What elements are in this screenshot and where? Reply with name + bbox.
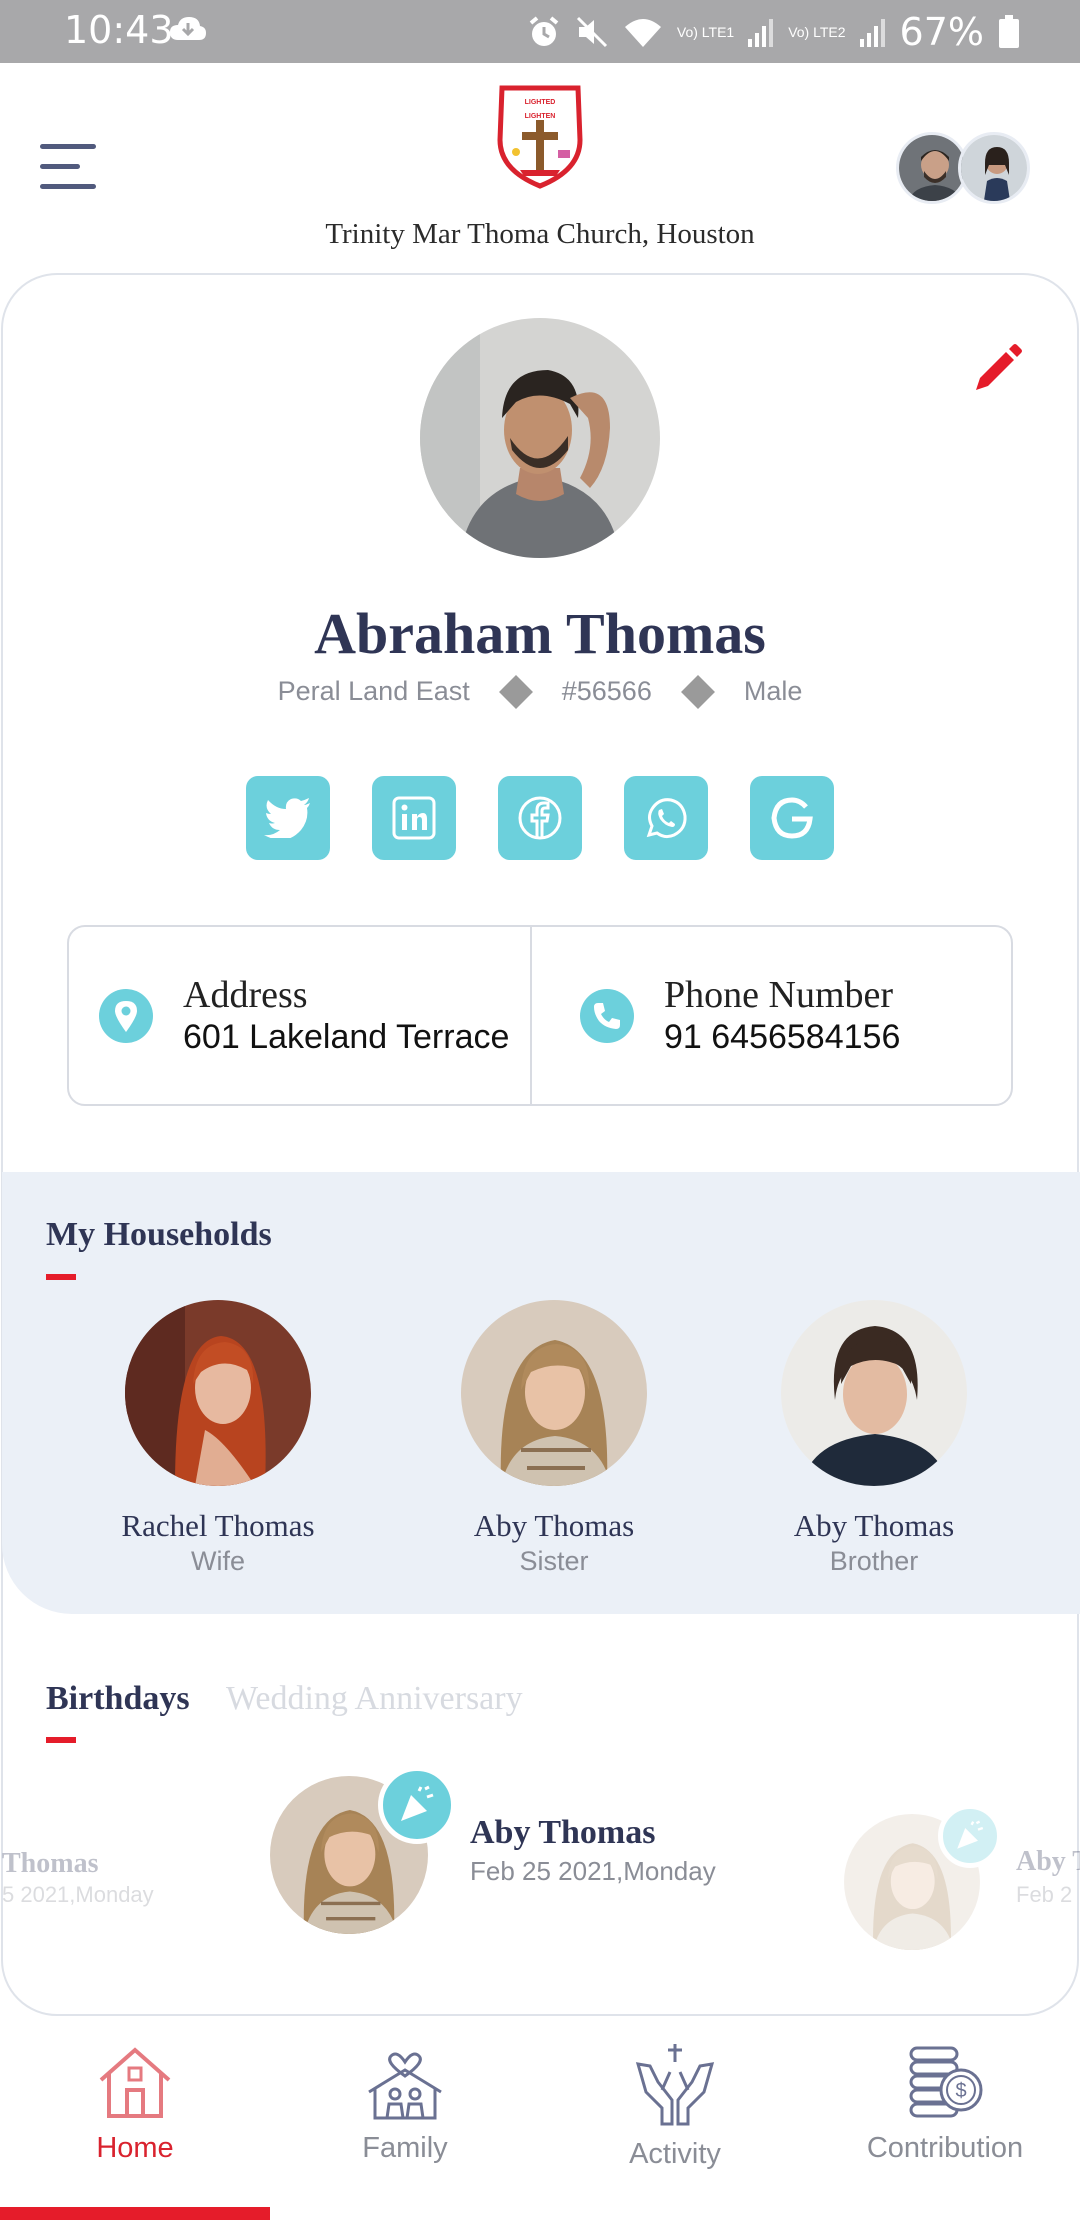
- member-name: Aby Thomas: [793, 1508, 955, 1543]
- birthday-date: Feb 25 2021,Monday: [470, 1856, 716, 1886]
- phone-icon: [580, 988, 634, 1043]
- status-bar: 10:43 Vo) LTE1 Vo) LTE2 67%: [0, 0, 1080, 63]
- church-logo: LIGHTED LIGHTEN: [497, 85, 583, 189]
- member-photo: [461, 1300, 647, 1486]
- separator-icon: [680, 674, 715, 709]
- member-relation: Wife: [191, 1546, 245, 1576]
- battery-percent: 67%: [899, 10, 984, 54]
- signal-icon: [859, 19, 885, 47]
- mute-icon: [576, 16, 607, 48]
- battery-icon: [999, 15, 1019, 48]
- sim2-label: Vo) LTE2: [788, 24, 846, 40]
- profile-gender: Male: [743, 676, 803, 706]
- profile-switcher[interactable]: [896, 132, 1032, 204]
- profile-location: Peral Land East: [277, 676, 470, 706]
- praying-hands-icon: [635, 2044, 715, 2126]
- status-icons: Vo) LTE1 Vo) LTE2 67%: [527, 10, 1020, 54]
- birthday-date: Feb 2: [1016, 1882, 1073, 1907]
- whatsapp-icon: [646, 798, 687, 839]
- tab-birthdays[interactable]: Birthdays: [46, 1680, 190, 1718]
- nav-label: Contribution: [866, 2132, 1024, 2164]
- phone-value: 91 6456584156: [664, 1017, 901, 1056]
- wifi-icon: [624, 19, 661, 47]
- profile-name: Abraham Thomas: [314, 601, 766, 666]
- households-title: My Households: [46, 1216, 272, 1253]
- nav-family[interactable]: Family: [270, 2042, 540, 2165]
- svg-text:LIGHTED: LIGHTED: [525, 99, 556, 106]
- separator-icon: [498, 674, 533, 709]
- household-member[interactable]: Aby Thomas Sister: [434, 1300, 674, 1577]
- nav-home[interactable]: Home: [0, 2042, 270, 2165]
- profile-photo: [420, 318, 660, 558]
- member-photo: [125, 1300, 311, 1486]
- facebook-button[interactable]: [498, 776, 582, 860]
- contact-info: Address 601 Lakeland Terrace Phone Numbe…: [67, 925, 1013, 1106]
- member-photo: [781, 1300, 967, 1486]
- member-name: Rachel Thomas: [121, 1508, 315, 1543]
- google-button[interactable]: [750, 776, 834, 860]
- linkedin-button[interactable]: [372, 776, 456, 860]
- whatsapp-button[interactable]: [624, 776, 708, 860]
- nav-activity[interactable]: Activity: [540, 2042, 810, 2171]
- party-popper-icon: [378, 1766, 456, 1844]
- section-underline: [46, 1274, 76, 1280]
- edit-profile-button[interactable]: [968, 342, 1024, 398]
- linkedin-icon: [392, 796, 436, 840]
- avatar[interactable]: [958, 132, 1030, 204]
- profile-member-id: #56566: [561, 676, 652, 706]
- address-value: 601 Lakeland Terrace: [183, 1017, 510, 1056]
- cloud-sync-icon: [170, 17, 206, 40]
- coins-icon: $: [909, 2046, 983, 2118]
- twitter-button[interactable]: [246, 776, 330, 860]
- address-cell[interactable]: Address 601 Lakeland Terrace: [69, 927, 530, 1104]
- birthday-date: 5 2021,Monday: [2, 1882, 154, 1907]
- church-name: Trinity Mar Thoma Church, Houston: [325, 218, 755, 250]
- family-icon: [368, 2052, 442, 2120]
- member-name: Aby Thomas: [473, 1508, 635, 1543]
- signal-icon: [748, 19, 774, 47]
- menu-button[interactable]: [40, 140, 100, 196]
- svg-text:$: $: [955, 2080, 966, 2102]
- birthday-name: Aby Thomas: [470, 1814, 656, 1851]
- home-icon: [99, 2047, 171, 2118]
- active-tab-indicator: [46, 1737, 76, 1743]
- active-nav-indicator: [0, 2207, 270, 2220]
- sim1-label: Vo) LTE1: [676, 24, 735, 40]
- bottom-nav: Home Family Activity $ Contribution: [0, 2016, 1080, 2220]
- birthday-name: Aby T: [1016, 1846, 1080, 1877]
- alarm-icon: [529, 16, 559, 46]
- location-pin-icon: [99, 988, 153, 1043]
- facebook-icon: [518, 796, 562, 840]
- household-member[interactable]: Aby Thomas Brother: [754, 1300, 994, 1577]
- birthday-name: Thomas: [2, 1848, 99, 1879]
- profile-meta: Peral Land East #56566 Male: [0, 674, 1080, 709]
- households-section: My Households Rachel Thomas Wife Aby Tho…: [2, 1172, 1080, 1614]
- tab-wedding-anniversary[interactable]: Wedding Anniversary: [226, 1680, 523, 1718]
- party-popper-icon: [938, 1804, 1002, 1868]
- google-icon: [771, 797, 813, 839]
- household-member[interactable]: Rachel Thomas Wife: [98, 1300, 338, 1577]
- nav-contribution[interactable]: $ Contribution: [810, 2042, 1080, 2165]
- phone-cell[interactable]: Phone Number 91 6456584156: [530, 927, 1011, 1104]
- twitter-icon: [264, 798, 310, 838]
- svg-text:LIGHTEN: LIGHTEN: [525, 113, 556, 120]
- member-relation: Brother: [829, 1546, 919, 1576]
- phone-label: Phone Number: [664, 973, 894, 1016]
- nav-label: Activity: [629, 2138, 721, 2170]
- address-label: Address: [183, 973, 308, 1016]
- status-time: 10:43: [64, 8, 174, 52]
- social-links: [0, 776, 1080, 860]
- nav-label: Home: [96, 2132, 174, 2164]
- member-relation: Sister: [519, 1546, 589, 1576]
- nav-label: Family: [362, 2132, 448, 2164]
